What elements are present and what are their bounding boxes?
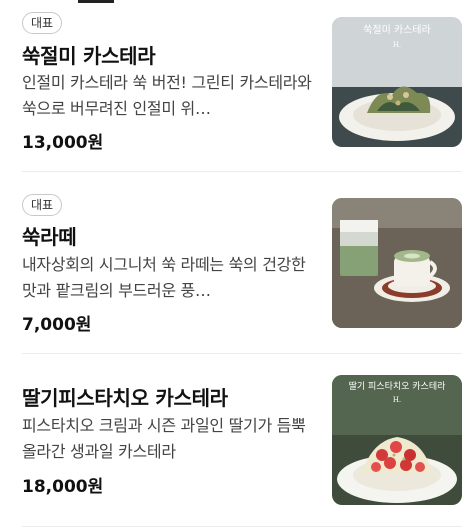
menu-item[interactable]: 대표 쑥라떼 내자상회의 시그니처 쑥 라떼는 쑥의 건강한 맛과 팥크림의 부…: [0, 172, 474, 354]
menu-item-description: 내자상회의 시그니처 쑥 라떼는 쑥의 건강한 맛과 팥크림의 부드러운 풍…: [22, 255, 306, 300]
menu-item-price: 18,000원: [22, 477, 104, 497]
menu-item-price: 13,000원: [22, 133, 104, 153]
signature-badge: 대표: [22, 194, 63, 216]
menu-item-name: 딸기피스타치오 카스테라: [22, 386, 228, 410]
menu-item-description: 인절미 카스테라 쑥 버전! 그린티 카스테라와 쑥으로 버무려진 인절미 위…: [22, 73, 312, 118]
menu-item-price: 7,000원: [22, 315, 92, 335]
menu-item[interactable]: 딸기피스타치오 카스테라 피스타치오 크림과 시즌 과일인 딸기가 듬뿍 올라간…: [0, 354, 474, 527]
castella-plate-image[interactable]: 쑥절미 카스테라 H.: [332, 17, 462, 147]
thumb-caption: 딸기 피스타치오 카스테라: [349, 380, 447, 392]
signature-badge: 대표: [22, 12, 63, 34]
menu-item[interactable]: 대표 쑥절미 카스테라 인절미 카스테라 쑥 버전! 그린티 카스테라와 쑥으로…: [0, 0, 474, 172]
strawberry-castella-image[interactable]: 딸기 피스타치오 카스테라 H.: [332, 375, 462, 505]
menu-item-name: 쑥절미 카스테라: [22, 44, 156, 68]
thumb-caption: 쑥절미 카스테라: [363, 23, 431, 36]
menu-item-name: 쑥라떼: [22, 225, 77, 249]
menu-item-description: 피스타치오 크림과 시즌 과일인 딸기가 듬뿍 올라간 생과일 카스테라: [22, 416, 306, 461]
latte-cups-image[interactable]: [332, 198, 462, 328]
thumb-mark: H.: [393, 396, 401, 404]
thumb-mark: H.: [393, 41, 401, 49]
